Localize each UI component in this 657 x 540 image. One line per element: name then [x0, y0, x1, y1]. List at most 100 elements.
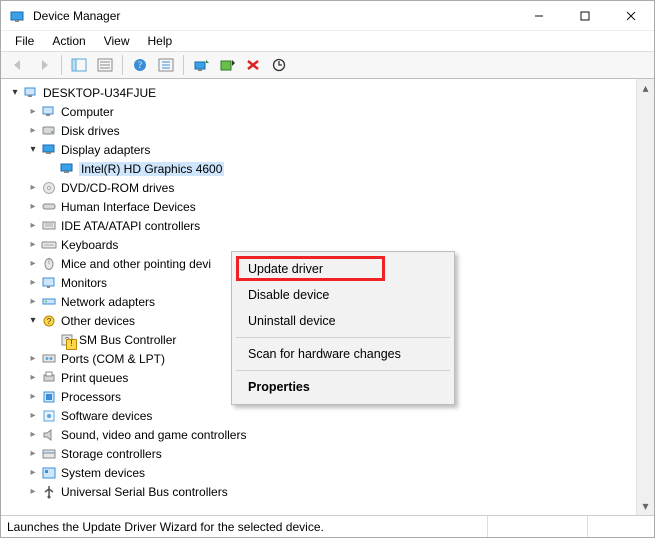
expand-toggle[interactable]: ▸ [25, 465, 41, 481]
status-cell [588, 516, 648, 537]
unknown-icon: ? [59, 332, 75, 348]
menu-item-properties[interactable]: Properties [234, 374, 452, 400]
toolbar-separator [183, 55, 184, 75]
action-list-button[interactable] [154, 53, 178, 77]
other-icon: ? [41, 313, 57, 329]
expand-toggle[interactable]: ▸ [25, 256, 41, 272]
tree-category[interactable]: ▸Human Interface Devices [5, 197, 636, 216]
expand-toggle[interactable]: ▸ [25, 275, 41, 291]
mouse-icon [41, 256, 57, 272]
scroll-up-icon[interactable]: ▴ [637, 79, 655, 97]
tree-category[interactable]: ▸ System devices [5, 463, 636, 482]
menu-item-scan-for-hardware-changes[interactable]: Scan for hardware changes [234, 341, 452, 367]
expand-toggle[interactable]: ▸ [25, 294, 41, 310]
context-menu: Update driverDisable deviceUninstall dev… [231, 251, 455, 405]
window-title: Device Manager [29, 9, 120, 23]
expand-toggle[interactable]: ▸ [25, 237, 41, 253]
menu-file[interactable]: File [7, 32, 42, 50]
category-label: Print queues [61, 371, 128, 385]
expand-toggle[interactable]: ▸ [25, 389, 41, 405]
vertical-scrollbar[interactable]: ▴ ▾ [636, 79, 654, 515]
expand-toggle[interactable]: ▸ [25, 427, 41, 443]
hid-icon [41, 199, 57, 215]
forward-button[interactable] [32, 53, 56, 77]
category-label: Monitors [61, 276, 107, 290]
back-button[interactable] [6, 53, 30, 77]
tree-category[interactable]: ▸ DVD/CD-ROM drives [5, 178, 636, 197]
titlebar: Device Manager [1, 1, 654, 31]
menu-view[interactable]: View [96, 32, 138, 50]
network-icon [41, 294, 57, 310]
expand-toggle[interactable]: ▸ [25, 104, 41, 120]
menu-action[interactable]: Action [44, 32, 93, 50]
expand-toggle[interactable]: ▸ [25, 218, 41, 234]
tree-category[interactable]: ▸Disk drives [5, 121, 636, 140]
category-label: Computer [61, 105, 114, 119]
tree-category[interactable]: ▸Sound, video and game controllers [5, 425, 636, 444]
printer-icon [41, 370, 57, 386]
menu-item-disable-device[interactable]: Disable device [234, 282, 452, 308]
category-label: Universal Serial Bus controllers [61, 485, 228, 499]
expand-toggle[interactable]: ▸ [25, 199, 41, 215]
scroll-down-icon[interactable]: ▾ [637, 497, 655, 515]
category-label: Software devices [61, 409, 152, 423]
status-cell [488, 516, 588, 537]
tree-category[interactable]: ▸ Computer [5, 102, 636, 121]
tree-category[interactable]: ▾ Display adapters [5, 140, 636, 159]
close-button[interactable] [608, 1, 654, 31]
toolbar-separator [61, 55, 62, 75]
category-label: Ports (COM & LPT) [61, 352, 165, 366]
category-label: DVD/CD-ROM drives [61, 181, 174, 195]
scan-hardware-button[interactable] [267, 53, 291, 77]
menu-separator [236, 370, 450, 371]
menu-help[interactable]: Help [140, 32, 181, 50]
tree-category[interactable]: ▸IDE ATA/ATAPI controllers [5, 216, 636, 235]
app-icon [9, 8, 25, 24]
expand-toggle[interactable]: ▸ [25, 180, 41, 196]
expand-toggle[interactable]: ▸ [25, 408, 41, 424]
expand-toggle[interactable]: ▸ [25, 484, 41, 500]
menubar: File Action View Help [1, 31, 654, 51]
expand-toggle[interactable]: ▾ [25, 142, 41, 158]
menu-item-uninstall-device[interactable]: Uninstall device [234, 308, 452, 334]
computer-icon [23, 85, 39, 101]
show-hide-tree-button[interactable] [67, 53, 91, 77]
sound-icon [41, 427, 57, 443]
client-area: ▾DESKTOP-U34FJUE▸Computer▸Disk drives▾Di… [1, 79, 654, 515]
svg-text:?: ? [47, 317, 52, 326]
maximize-button[interactable] [562, 1, 608, 31]
expand-toggle[interactable]: ▸ [25, 370, 41, 386]
ide-icon [41, 218, 57, 234]
display-icon [59, 161, 75, 177]
expand-toggle[interactable]: ▸ [25, 446, 41, 462]
category-label: System devices [61, 466, 145, 480]
status-bar: Launches the Update Driver Wizard for th… [1, 515, 654, 537]
disk-icon [41, 123, 57, 139]
expand-toggle[interactable]: ▾ [7, 85, 23, 101]
svg-text:?: ? [65, 336, 70, 345]
category-label: Display adapters [61, 143, 150, 157]
tree-device[interactable]: ▪Intel(R) HD Graphics 4600 [5, 159, 636, 178]
expand-toggle[interactable]: ▸ [25, 351, 41, 367]
minimize-button[interactable] [516, 1, 562, 31]
expand-toggle[interactable]: ▾ [25, 313, 41, 329]
display-icon [41, 142, 57, 158]
tree-category[interactable]: ▸ Software devices [5, 406, 636, 425]
category-label: Keyboards [61, 238, 118, 252]
expand-toggle[interactable]: ▸ [25, 123, 41, 139]
device-label: Intel(R) HD Graphics 4600 [79, 162, 224, 176]
software-icon [41, 408, 57, 424]
ports-icon [41, 351, 57, 367]
help-button[interactable]: ? [128, 53, 152, 77]
tree-category[interactable]: ▸ Universal Serial Bus controllers [5, 482, 636, 501]
toolbar: ? [1, 51, 654, 79]
root-label: DESKTOP-U34FJUE [43, 86, 156, 100]
uninstall-device-button[interactable] [241, 53, 265, 77]
menu-item-update-driver[interactable]: Update driver [234, 256, 452, 282]
keyboard-icon [41, 237, 57, 253]
enable-device-button[interactable] [215, 53, 239, 77]
tree-category[interactable]: ▸Storage controllers [5, 444, 636, 463]
tree-root[interactable]: ▾ DESKTOP-U34FJUE [5, 83, 636, 102]
properties-button[interactable] [93, 53, 117, 77]
update-driver-button[interactable] [189, 53, 213, 77]
